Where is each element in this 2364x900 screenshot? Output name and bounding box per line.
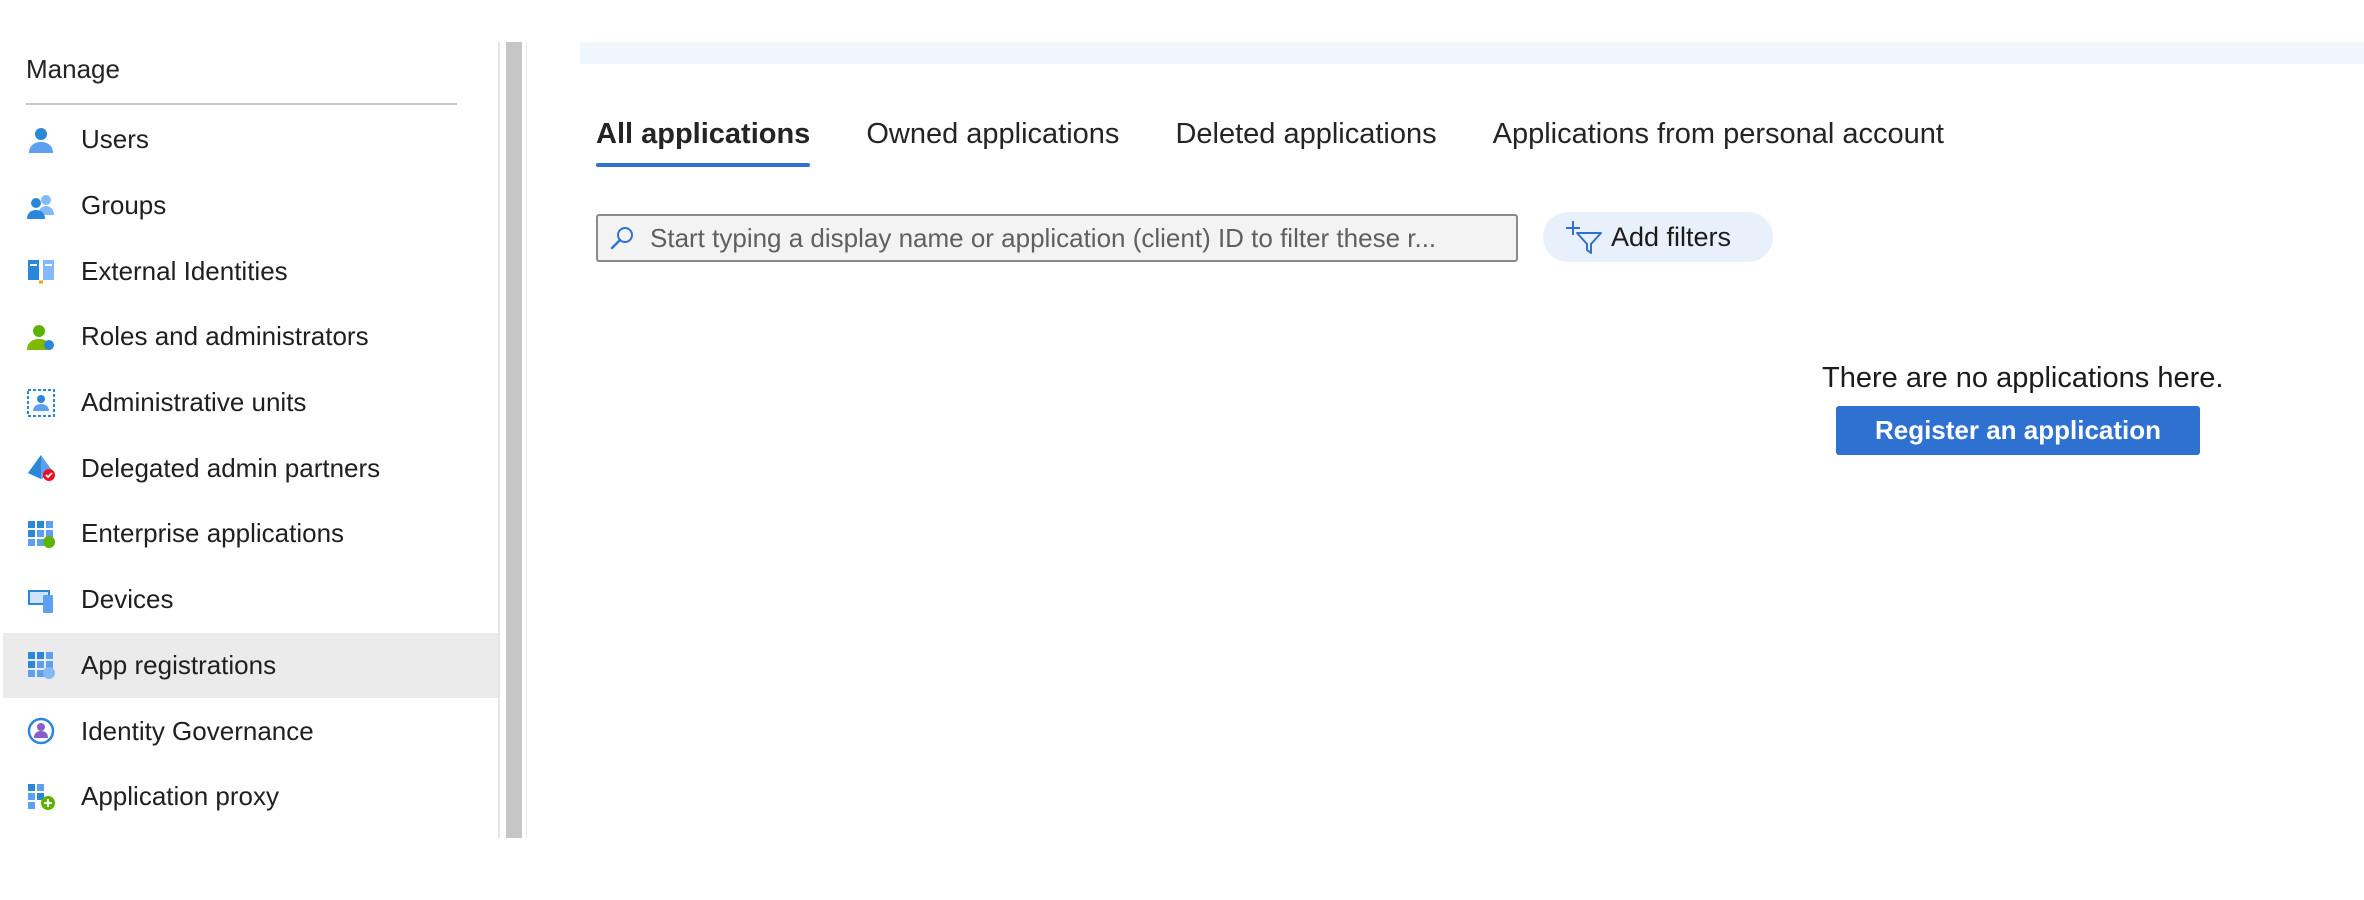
delegated-admin-icon [26, 453, 56, 483]
add-filters-label: Add filters [1611, 221, 1732, 252]
sidebar-item-devices[interactable]: Devices [3, 567, 498, 633]
sidebar-item-administrative-units[interactable]: Administrative units [3, 370, 498, 436]
sidebar-item-label: Devices [81, 584, 174, 615]
register-application-button[interactable]: Register an application [1836, 406, 2200, 455]
sidebar-item-label: Groups [81, 190, 167, 221]
sidebar-item-label: External Identities [81, 255, 288, 286]
divider [26, 103, 457, 105]
sidebar-item-label: Users [81, 124, 149, 155]
roles-icon [26, 322, 56, 352]
tab-applications-from-personal-account[interactable]: Applications from personal account [1493, 118, 1944, 167]
sidebar-item-groups[interactable]: Groups [3, 173, 498, 239]
sidebar-item-users[interactable]: Users [3, 107, 498, 173]
sidebar-item-enterprise-applications[interactable]: Enterprise applications [3, 501, 498, 567]
empty-state-message: There are no applications here. [1822, 362, 2224, 394]
external-identities-icon [26, 256, 56, 286]
enterprise-apps-icon [26, 519, 56, 549]
sidebar-item-label: App registrations [81, 649, 277, 680]
sidebar-border [498, 42, 500, 838]
sidebar-item-application-proxy[interactable]: Application proxy [3, 764, 498, 830]
tab-deleted-applications[interactable]: Deleted applications [1175, 118, 1436, 167]
administrative-units-icon [26, 388, 56, 418]
identity-governance-icon [26, 716, 56, 746]
sidebar-nav: Users Groups External Identities Roles a… [3, 107, 498, 830]
sidebar-item-label: Enterprise applications [81, 518, 345, 549]
panel-resize-handle[interactable] [506, 42, 522, 838]
tab-all-applications[interactable]: All applications [596, 118, 811, 167]
sidebar-item-label: Application proxy [81, 781, 279, 812]
application-proxy-icon [26, 782, 56, 812]
groups-icon [26, 191, 56, 221]
sidebar-item-label: Roles and administrators [81, 321, 369, 352]
top-banner-strip [580, 42, 2364, 64]
sidebar-item-identity-governance[interactable]: Identity Governance [3, 698, 498, 764]
user-icon [26, 125, 56, 155]
add-filters-button[interactable]: Add filters [1543, 212, 1773, 262]
devices-icon [26, 585, 56, 615]
sidebar-item-app-registrations[interactable]: App registrations [3, 632, 498, 699]
tab-owned-applications[interactable]: Owned applications [866, 118, 1119, 167]
sidebar-item-delegated-admin-partners[interactable]: Delegated admin partners [3, 435, 498, 501]
sidebar-item-roles-and-administrators[interactable]: Roles and administrators [3, 304, 498, 370]
content-border [526, 42, 527, 838]
manage-section-header: Manage [26, 54, 120, 84]
sidebar-item-label: Identity Governance [81, 715, 314, 746]
tab-bar: All applications Owned applications Dele… [596, 118, 2000, 167]
sidebar-item-label: Administrative units [81, 387, 307, 418]
sidebar-item-external-identities[interactable]: External Identities [3, 238, 498, 304]
search-box [596, 214, 1518, 262]
add-filter-icon [1565, 217, 1605, 257]
sidebar: Manage Users Groups External Identities … [0, 42, 498, 838]
app-registrations-icon [26, 650, 56, 680]
search-icon [608, 223, 638, 253]
sidebar-item-label: Delegated admin partners [81, 452, 381, 483]
search-input[interactable] [648, 221, 1516, 255]
